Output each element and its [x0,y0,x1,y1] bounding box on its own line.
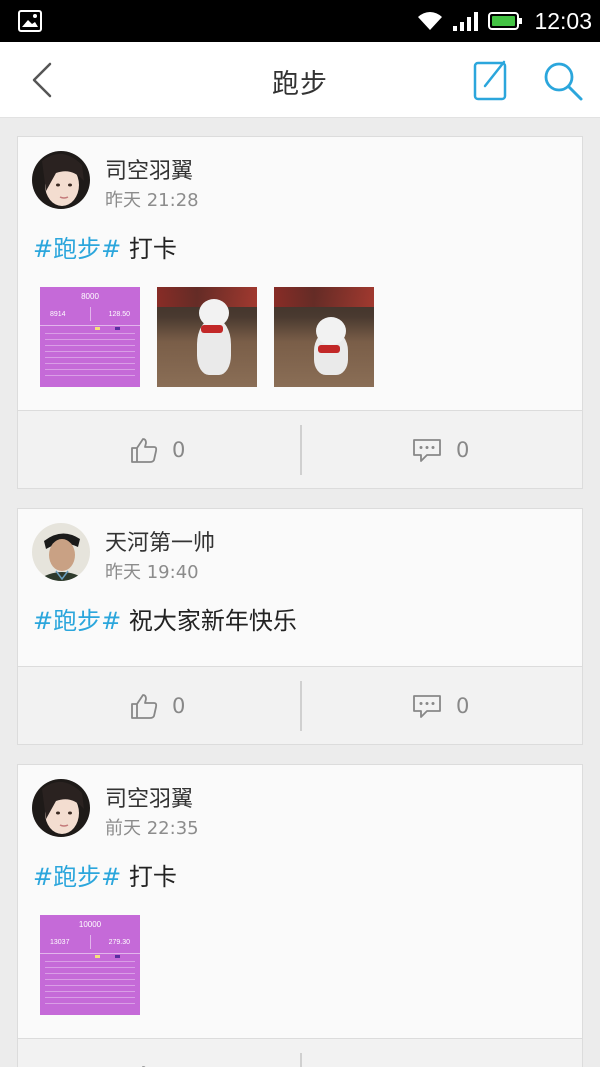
author-name[interactable]: 司空羽翼 [105,153,193,185]
comment-icon [413,439,441,462]
dog-photo[interactable] [274,287,374,387]
post-body: 祝大家新年快乐 [128,607,297,635]
post-body: 打卡 [128,235,177,263]
thumb-steps: 8000 [81,292,99,301]
comment-button[interactable]: 0 [412,667,469,745]
comment-button[interactable]: 0 [412,1039,469,1067]
dog-photo[interactable] [157,287,257,387]
comment-count: 0 [456,438,470,462]
signal-icon [453,12,479,31]
post-time: 前天 22:35 [105,818,199,839]
post-actions: 0 0 [18,1038,582,1067]
avatar[interactable] [32,523,90,581]
clock: 12:03 [534,7,592,34]
topic-tag[interactable]: #跑步# [33,607,121,635]
run-screenshot-thumbnail[interactable]: 10000 13037 279.30 [40,915,140,1015]
post-body: 打卡 [128,863,177,891]
post-card[interactable]: 司空羽翼 昨天 21:28 #跑步# 打卡 8000 8914 128.50 0… [17,136,583,489]
photo-grid: 8000 8914 128.50 [40,287,374,387]
post-card[interactable]: 司空羽翼 前天 22:35 #跑步# 打卡 10000 13037 279.30… [17,764,583,1067]
wifi-icon [418,12,443,30]
thumb-stat-right: 128.50 [108,311,130,318]
post-card[interactable]: 天河第一帅 昨天 19:40 #跑步# 祝大家新年快乐 0 0 [17,508,583,745]
like-count: 0 [172,438,186,462]
thumb-stat-right: 279.30 [108,939,130,946]
post-time: 昨天 19:40 [105,562,199,583]
app-header: 跑步 [0,42,600,118]
search-button[interactable] [540,58,586,104]
thumb-stat-left: 13037 [50,939,70,946]
thumbs-up-icon [131,438,158,463]
battery-icon [488,12,523,30]
comment-count: 0 [456,694,470,718]
compose-button[interactable] [470,58,514,102]
post-text: #跑步# 打卡 [33,857,177,892]
avatar[interactable] [32,779,90,837]
status-bar: 12:03 [0,0,600,42]
post-actions: 0 0 [18,410,582,488]
like-count: 0 [172,694,186,718]
like-button[interactable]: 0 [130,1039,185,1067]
post-time: 昨天 21:28 [105,190,199,211]
like-button[interactable]: 0 [130,667,185,745]
run-screenshot-thumbnail[interactable]: 8000 8914 128.50 [40,287,140,387]
photo-grid: 10000 13037 279.30 [40,915,140,1015]
thumb-steps: 10000 [78,920,102,929]
topic-tag[interactable]: #跑步# [33,235,121,263]
comment-button[interactable]: 0 [412,411,469,489]
like-button[interactable]: 0 [130,411,185,489]
post-text: #跑步# 祝大家新年快乐 [33,601,297,636]
author-name[interactable]: 司空羽翼 [105,781,193,813]
gallery-notification-icon [18,10,42,32]
thumbs-up-icon [131,694,158,719]
post-text: #跑步# 打卡 [33,229,177,264]
comment-icon [413,695,441,718]
post-actions: 0 0 [18,666,582,744]
topic-tag[interactable]: #跑步# [33,863,121,891]
author-name[interactable]: 天河第一帅 [105,525,215,557]
thumb-stat-left: 8914 [50,311,66,318]
avatar[interactable] [32,151,90,209]
